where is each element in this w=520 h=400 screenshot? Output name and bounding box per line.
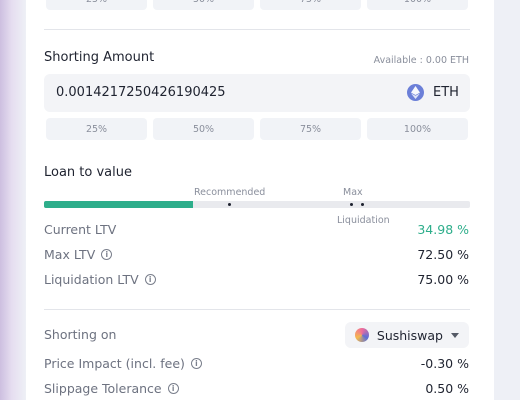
exchange-select[interactable]: Sushiswap: [345, 322, 469, 348]
liquidation-ltv-text: Liquidation LTV: [44, 272, 139, 287]
divider: [44, 309, 470, 310]
divider: [44, 29, 470, 30]
slippage-value: 0.50 %: [425, 381, 469, 396]
shorting-on-text: Shorting on: [44, 327, 117, 342]
percent-50-button[interactable]: 50%: [153, 118, 254, 140]
current-ltv-label: Current LTV: [44, 222, 116, 237]
ltv-bar: [44, 201, 470, 208]
slippage-text: Slippage Tolerance: [44, 381, 162, 396]
percent-25-button[interactable]: 25%: [46, 118, 147, 140]
chevron-down-icon: [451, 332, 459, 338]
liquidation-marker: [361, 203, 364, 206]
liquidation-ltv-value: 75.00 %: [417, 272, 469, 287]
top-percent-100-button[interactable]: 100%: [367, 0, 468, 10]
sushiswap-icon: [355, 328, 369, 342]
current-ltv-text: Current LTV: [44, 222, 117, 237]
current-ltv-value: 34.98 %: [417, 222, 469, 237]
percent-100-button[interactable]: 100%: [367, 118, 468, 140]
percent-75-button[interactable]: 75%: [260, 118, 361, 140]
price-impact-value: -0.30 %: [420, 356, 469, 371]
top-percent-75-button[interactable]: 75%: [260, 0, 361, 10]
ltv-title: Loan to value: [44, 165, 132, 180]
ltv-recommended-label: Recommended: [194, 187, 266, 198]
available-balance: Available : 0.00 ETH: [373, 55, 469, 66]
exchange-name: Sushiswap: [376, 327, 443, 343]
shorting-on-label: Shorting on: [44, 327, 116, 342]
token-symbol: ETH: [433, 85, 459, 100]
price-impact-label: Price Impact (incl. fee) i: [44, 356, 202, 371]
shorting-percent-buttons: 25% 50% 75% 100%: [46, 118, 468, 140]
top-percent-25-button[interactable]: 25%: [46, 0, 147, 10]
info-icon[interactable]: i: [144, 274, 156, 285]
max-ltv-text: Max LTV: [44, 247, 96, 262]
info-icon[interactable]: i: [190, 358, 202, 369]
price-impact-text: Price Impact (incl. fee): [44, 356, 185, 371]
ltv-max-label: Max: [343, 187, 363, 198]
eth-icon: [407, 84, 424, 101]
recommended-marker: [228, 203, 231, 206]
info-icon[interactable]: i: [101, 249, 113, 260]
ltv-liquidation-label: Liquidation: [337, 215, 390, 226]
max-ltv-label: Max LTV i: [44, 247, 113, 262]
max-ltv-value: 72.50 %: [417, 247, 469, 262]
shorting-amount-title: Shorting Amount: [44, 50, 155, 65]
top-percent-buttons: 25% 50% 75% 100%: [46, 0, 468, 10]
max-marker: [350, 203, 353, 206]
info-icon[interactable]: i: [167, 383, 179, 394]
shorting-amount-value[interactable]: 0.0014217250426190425: [56, 85, 226, 100]
ltv-bar-fill: [44, 201, 193, 208]
shorting-amount-field[interactable]: 0.0014217250426190425 ETH: [44, 74, 470, 112]
liquidation-ltv-label: Liquidation LTV i: [44, 272, 156, 287]
slippage-label: Slippage Tolerance i: [44, 381, 179, 396]
top-percent-50-button[interactable]: 50%: [153, 0, 254, 10]
position-card: 25% 50% 75% 100% Shorting Amount Availab…: [26, 0, 494, 400]
